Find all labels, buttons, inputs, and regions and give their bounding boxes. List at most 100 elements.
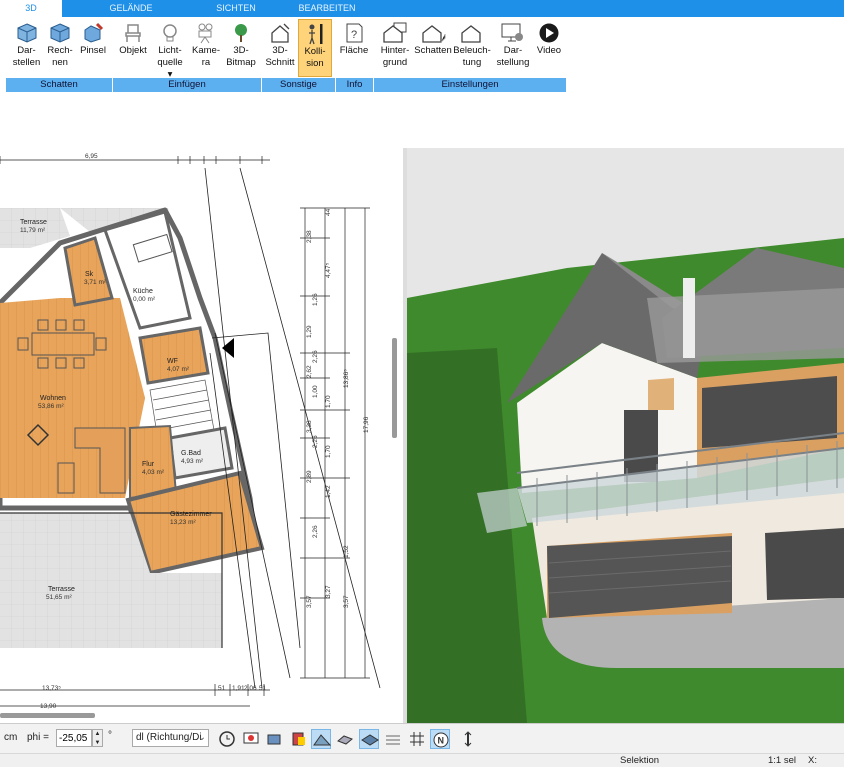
horizontal-scrollbar[interactable] [0,713,95,718]
dim-bot-3: 51 [259,685,267,692]
floor-plan-view[interactable]: 6,95 13,73⁵ 13,90 51 1,91 2,06 51 44 2,3… [0,148,403,723]
button-label: Rech- [47,45,73,56]
room-name: Küche [133,288,153,295]
cube-calc-icon [50,23,70,43]
video-button[interactable]: Video [533,19,565,77]
room-area: 11,79 m² [20,227,46,234]
chevron-down-icon: ⌄ [197,732,206,743]
dim-col2-2: 3,38 [306,420,313,433]
height-marker-icon[interactable] [458,729,478,749]
room-name: Sk [85,271,94,278]
dim-bot-0: 51 [218,685,226,692]
dim-bottom1: 13,73⁵ [42,685,61,692]
status-selection: 1:1 sel [768,755,796,766]
paint-bucket-icon[interactable] [289,729,309,749]
vertical-scrollbar[interactable] [392,338,397,438]
3d-schnitt-button[interactable]: 3D- Schnitt [263,19,297,77]
room-area: 4,03 m² [142,469,165,476]
button-label: Kolli- [304,46,326,57]
lichtquelle-button[interactable]: Licht-quelle ▾ [154,19,186,80]
schatten-button[interactable]: Schatten [413,19,453,77]
terrain-icon[interactable] [311,729,332,749]
dim-right-low: 3,57 [343,595,350,608]
layers-icon[interactable] [359,729,379,749]
lines-icon[interactable] [383,729,403,749]
dim-col1-5: 2,26 [312,350,319,363]
texture-icon[interactable] [335,729,355,749]
room-name: G.Bad [181,450,201,457]
tree-icon [235,24,247,42]
status-bar: Selektion 1:1 sel X: [0,753,844,767]
person-wall-icon [309,24,323,45]
chimney [683,278,695,358]
phi-stepper[interactable]: ▲ ▼ [92,729,103,747]
dim-col1-1: 2,38 [306,230,313,243]
3d-bitmap-button[interactable]: 3D- Bitmap [224,19,258,77]
dim-col2-4: 1,70 [325,445,332,458]
room-area: 51,65 m² [46,594,72,601]
ribbon: Dar-stellen Rech-nen Pinsel Objekt Licht… [0,17,844,94]
dim-top: 6,95 [85,153,98,160]
area-info-icon: ? [346,23,363,43]
room-name: Gästezimmer [170,511,212,518]
dim-col1-0: 44 [325,208,332,216]
tab-gelaende[interactable]: GELÄNDE [88,0,174,17]
room-area: 53,86 m² [38,403,64,410]
button-label: tung [462,57,482,68]
house-shadow-icon [422,25,446,43]
camera-icon [198,23,213,44]
dim-col2-1: 2,26 [312,435,319,448]
room-name: Terrasse [48,586,75,593]
north-icon[interactable]: N [430,729,450,749]
monitor-icon[interactable] [241,729,261,749]
button-label: nen [52,57,68,68]
group-einfuegen: Einfügen [113,78,261,92]
tab-sichten[interactable]: SICHTEN [196,0,276,17]
objekt-button[interactable]: Objekt [117,19,149,77]
button-label: Hinter- [380,45,410,56]
floor-plan-drawing: 6,95 13,73⁵ 13,90 51 1,91 2,06 51 44 2,3… [0,153,381,710]
view-camera-icon[interactable] [265,729,285,749]
grid-icon[interactable] [407,729,427,749]
dim-right-mid: 13,86⁵ [343,369,350,388]
3d-view[interactable] [407,148,844,723]
button-label: grund [382,57,408,68]
dim-col2-3: 1,00 [312,385,319,398]
button-label: Video [536,45,562,56]
button-label: 3D- [233,45,249,56]
tab-bearbeiten[interactable]: BEARBEITEN [284,0,370,17]
flaeche-button[interactable]: ? Fläche [337,19,371,77]
button-label: sion [306,58,324,69]
button-label: Schnitt [265,57,295,68]
pinsel-button[interactable]: Pinsel [78,19,108,77]
button-label: 3D- [272,45,288,56]
button-label: stellen [12,57,41,68]
kamera-button[interactable]: Kame-ra [189,19,223,77]
room-name: Wohnen [40,395,66,402]
mode-select-value: dl (Richtung/Di [136,732,202,743]
room-area: 13,23 m² [170,519,196,526]
dim-col1-2: 4,47⁵ [325,262,332,278]
dim-bottom2: 13,90 [40,703,57,710]
chair-icon [125,24,141,42]
kollision-button[interactable]: Kolli-sion [298,19,332,77]
tab-3d[interactable]: 3D [0,0,62,17]
hintergrund-button[interactable]: Hinter-grund [376,19,414,77]
house-background-icon [383,22,407,43]
phi-input[interactable] [56,729,92,747]
mode-select[interactable]: dl (Richtung/Di ⌄ [132,729,209,747]
button-label: Dar- [17,45,36,56]
beleuchtung-button[interactable]: Beleuch-tung [452,19,492,77]
brush-icon [84,22,104,43]
darstellen-button[interactable]: Dar-stellen [10,19,43,77]
room-area: 4,07 m² [167,366,190,373]
button-label: Schatten [414,45,452,56]
clock-icon[interactable] [217,729,237,749]
monitor-gear-icon [501,23,523,42]
group-info: Info [336,78,373,92]
darstellung-button[interactable]: Dar-stellung [494,19,532,77]
rechnen-button[interactable]: Rech-nen [45,19,75,77]
button-label: Pinsel [80,45,106,56]
room-name: WF [167,358,178,365]
group-schatten: Schatten [6,78,112,92]
